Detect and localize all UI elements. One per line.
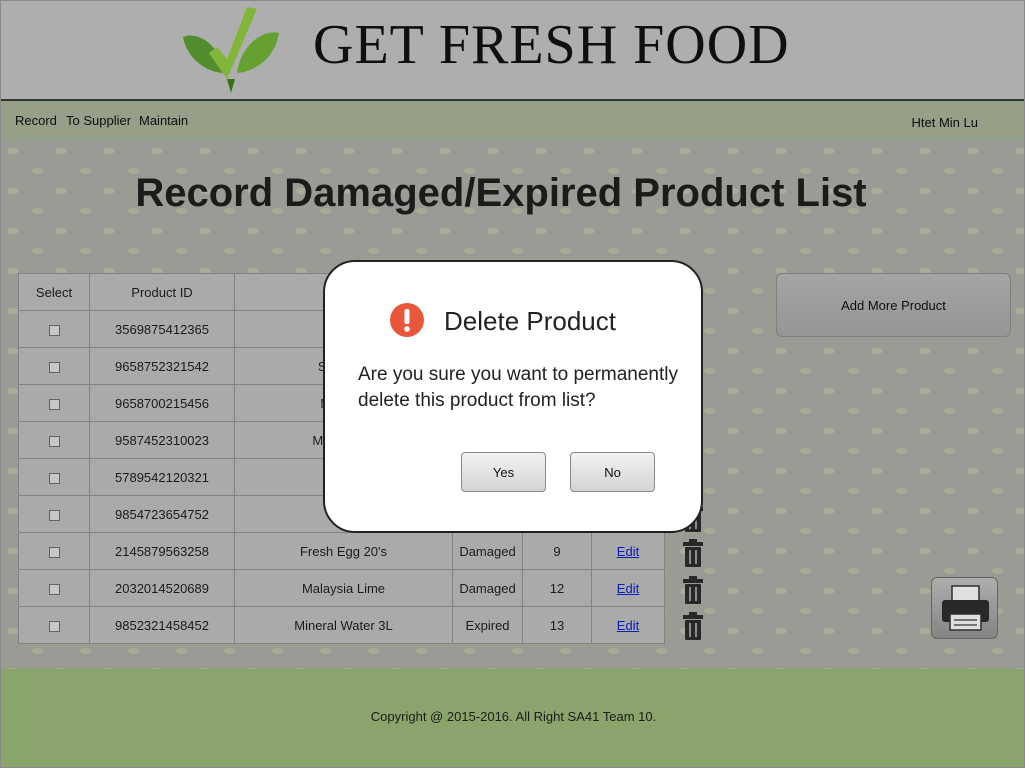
dialog-title: Delete Product (444, 306, 616, 336)
exclamation-icon (390, 303, 424, 337)
yes-button[interactable]: Yes (461, 452, 546, 492)
app-window: GET FRESH FOOD Record To Supplier Mainta… (0, 0, 1025, 768)
no-button[interactable]: No (570, 452, 655, 492)
delete-product-dialog: Delete Product Are you sure you want to … (323, 260, 703, 533)
dialog-message: Are you sure you want to permanently del… (358, 364, 679, 411)
